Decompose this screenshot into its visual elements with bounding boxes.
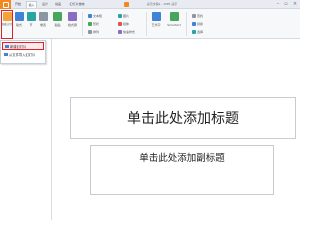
- select-label: 选择: [197, 30, 204, 34]
- find-button[interactable]: 查找: [192, 13, 203, 19]
- arrange-icon: [88, 30, 92, 34]
- title-placeholder[interactable]: 单击此处添加标题: [70, 97, 296, 139]
- find-icon: [192, 14, 196, 18]
- tab-insert[interactable]: 插入: [26, 1, 37, 8]
- format-painter-icon: [68, 12, 77, 21]
- ribbon-toolbar: 新建幻灯片 版式 节 重置 粘贴 格式刷 文本框 形状 排列 图片 媒体 快速样…: [0, 9, 300, 39]
- shapes-icon: [88, 22, 92, 26]
- quick-style-label: 快速样式: [123, 30, 136, 34]
- import-icon: [4, 53, 8, 56]
- format-painter-label: 格式刷: [67, 23, 77, 27]
- tab-animation[interactable]: 动画: [53, 1, 63, 8]
- title-bar: 开始 插入 设计 动画 幻灯片放映 演示文稿1 - WPS 演示 – ▫ ×: [0, 0, 300, 9]
- window-title: 演示文稿1 - WPS 演示: [146, 2, 178, 6]
- smartart-label: SmartArt: [167, 23, 181, 27]
- reset-button[interactable]: 重置: [38, 11, 48, 37]
- new-slide-highlight: [1, 10, 13, 39]
- media-label: 媒体: [123, 22, 130, 26]
- text-box-button[interactable]: 文本框: [88, 13, 102, 19]
- layout-label: 版式: [15, 23, 22, 27]
- menu-item-label: 新建幻灯片: [10, 45, 27, 49]
- tab-design[interactable]: 设计: [40, 1, 50, 8]
- maximize-icon[interactable]: ▫: [282, 1, 290, 8]
- replace-label: 替换: [197, 22, 204, 26]
- select-icon: [192, 30, 196, 34]
- shapes-label: 形状: [93, 22, 100, 26]
- tab-slideshow[interactable]: 幻灯片放映: [66, 1, 88, 8]
- art-text-label: 艺术字: [151, 23, 161, 27]
- replace-icon: [192, 22, 196, 26]
- menu-item-import-slides[interactable]: 从文件导入幻灯片: [2, 51, 44, 59]
- ribbon-separator: [186, 12, 187, 36]
- ribbon-separator: [146, 12, 147, 36]
- smartart-button[interactable]: SmartArt: [166, 11, 182, 37]
- section-label: 节: [29, 23, 33, 27]
- layout-button[interactable]: 版式: [14, 11, 24, 37]
- close-icon[interactable]: ×: [291, 1, 299, 8]
- section-button[interactable]: 节: [26, 11, 36, 37]
- layout-icon: [14, 12, 24, 21]
- new-slide-icon: [5, 45, 9, 48]
- paste-icon: [53, 12, 62, 21]
- subtitle-placeholder[interactable]: 单击此处添加副标题: [90, 145, 274, 195]
- format-painter-button[interactable]: 格式刷: [66, 11, 79, 37]
- quick-style-icon: [118, 30, 122, 34]
- replace-button[interactable]: 替换: [192, 21, 203, 27]
- art-text-icon: [151, 12, 161, 21]
- title-placeholder-text: 单击此处添加标题: [127, 111, 239, 127]
- paste-label: 粘贴: [54, 23, 61, 27]
- shapes-button[interactable]: 形状: [88, 21, 99, 27]
- document-icon: [124, 2, 129, 7]
- new-slide-dropdown-menu: 新建幻灯片 从文件导入幻灯片: [0, 40, 46, 64]
- section-icon: [26, 12, 36, 21]
- slide-thumbnail-panel[interactable]: [0, 39, 52, 220]
- art-text-button[interactable]: 艺术字: [150, 11, 162, 37]
- subtitle-placeholder-text: 单击此处添加副标题: [139, 153, 225, 164]
- picture-button[interactable]: 图片: [118, 13, 129, 19]
- select-button[interactable]: 选择: [192, 29, 203, 35]
- paste-button[interactable]: 粘贴: [52, 11, 63, 37]
- picture-icon: [118, 14, 122, 18]
- media-icon: [118, 22, 122, 26]
- menu-item-new-slide[interactable]: 新建幻灯片: [2, 42, 44, 50]
- arrange-button[interactable]: 排列: [88, 29, 99, 35]
- ribbon-separator: [82, 12, 83, 36]
- media-button[interactable]: 媒体: [118, 21, 129, 27]
- wps-menu-button[interactable]: [0, 0, 11, 9]
- menu-item-label: 从文件导入幻灯片: [9, 53, 36, 57]
- reset-label: 重置: [39, 23, 46, 27]
- arrange-label: 排列: [93, 30, 100, 34]
- tab-home[interactable]: 开始: [13, 1, 23, 8]
- find-label: 查找: [197, 14, 204, 18]
- text-box-icon: [88, 14, 92, 18]
- smartart-icon: [169, 12, 179, 21]
- minimize-icon[interactable]: –: [274, 1, 282, 8]
- quick-style-button[interactable]: 快速样式: [118, 29, 135, 35]
- text-box-label: 文本框: [93, 14, 103, 18]
- reset-icon: [38, 12, 48, 21]
- picture-label: 图片: [123, 14, 130, 18]
